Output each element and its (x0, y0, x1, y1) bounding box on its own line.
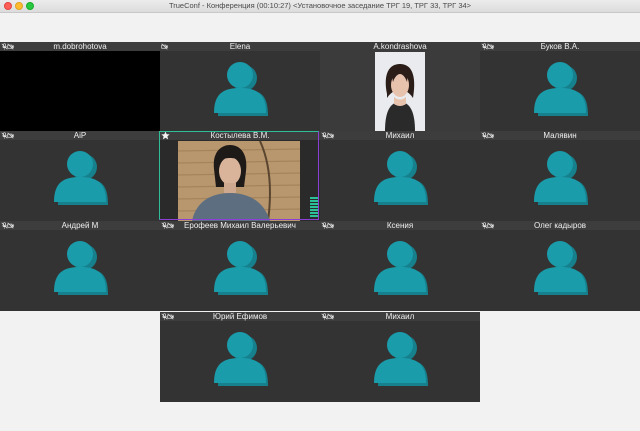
user-avatar-icon (210, 58, 270, 118)
tile-header: Буков В.А. (480, 42, 640, 51)
user-avatar-icon (210, 237, 270, 297)
tile-header: m.dobrohotova (0, 42, 160, 51)
participant-name: A.kondrashova (373, 42, 427, 51)
user-avatar-icon (370, 147, 430, 207)
participant-tile[interactable]: Юрий Ефимов (160, 312, 320, 402)
window-title: TrueConf - Конференция (00:10:27) <Устан… (168, 1, 472, 10)
participant-tile[interactable]: Elena (160, 42, 320, 132)
participant-video (178, 141, 300, 221)
participant-tile[interactable]: AiP (0, 131, 160, 221)
participant-tile[interactable]: Ерофеев Михаил Валерьевич (160, 221, 320, 311)
tile-header: Андрей М (0, 221, 160, 230)
user-avatar-icon (530, 237, 590, 297)
participant-name: AiP (73, 131, 87, 140)
participant-tile[interactable]: Андрей М (0, 221, 160, 311)
title-bar: TrueConf - Конференция (00:10:27) <Устан… (0, 0, 640, 13)
tile-header: Юрий Ефимов (160, 312, 320, 321)
user-avatar-icon (210, 328, 270, 388)
tile-header: Михаил (320, 312, 480, 321)
participant-tile[interactable]: m.dobrohotova (0, 42, 160, 132)
participant-name: Костылева В.М. (210, 131, 270, 140)
video-frame-icon (375, 52, 425, 131)
participant-name: Ксения (386, 221, 414, 230)
camera-off-icon[interactable] (161, 43, 168, 50)
participant-tile[interactable]: Ксения (320, 221, 480, 311)
participant-name: Андрей М (61, 221, 99, 230)
participant-name: Буков В.А. (540, 42, 580, 51)
audio-level-meter (310, 197, 318, 219)
participant-video (375, 52, 425, 131)
user-avatar-icon (50, 147, 110, 207)
participant-name: Юрий Ефимов (212, 312, 268, 321)
user-avatar-icon (370, 237, 430, 297)
participant-name: Михаил (385, 131, 415, 140)
participant-name: Elena (229, 42, 251, 51)
user-avatar-icon (530, 58, 590, 118)
participant-name: m.dobrohotova (53, 42, 107, 51)
tile-header: Олег кадыров (480, 221, 640, 230)
user-avatar-icon (530, 147, 590, 207)
participant-name: Малявин (543, 131, 577, 140)
tile-header: Костылева В.М. (160, 131, 320, 140)
participant-tile[interactable]: Михаил (320, 312, 480, 402)
participant-tile[interactable]: Буков В.А. (480, 42, 640, 132)
tile-header: AiP (0, 131, 160, 140)
video-frame-icon (178, 141, 300, 221)
user-avatar-icon (370, 328, 430, 388)
tile-header: Elena (160, 42, 320, 51)
tile-header: Ерофеев Михаил Валерьевич (160, 221, 320, 230)
participant-tile[interactable]: Малявин (480, 131, 640, 221)
tile-header: Малявин (480, 131, 640, 140)
video-off-area (0, 51, 160, 132)
user-avatar-icon (50, 237, 110, 297)
tile-header: Ксения (320, 221, 480, 230)
participant-tile[interactable]: Михаил (320, 131, 480, 221)
participant-name: Михаил (385, 312, 415, 321)
tile-header: A.kondrashova (320, 42, 480, 51)
participant-name: Ерофеев Михаил Валерьевич (184, 221, 296, 230)
tile-header: Михаил (320, 131, 480, 140)
participant-name: Олег кадыров (533, 221, 587, 230)
star-icon[interactable] (161, 131, 170, 140)
participant-tile[interactable]: Олег кадыров (480, 221, 640, 311)
